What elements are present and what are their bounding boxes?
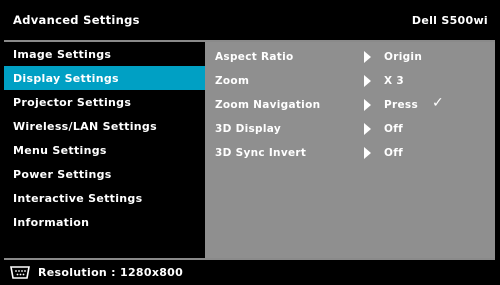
sidebar-item-label: Information [13, 215, 90, 229]
setting-row-zoom[interactable]: Zoom X 3 [205, 69, 495, 93]
sidebar-item-display-settings[interactable]: Display Settings [4, 66, 205, 90]
sidebar-item-label: Display Settings [13, 71, 119, 85]
setting-label: 3D Sync Invert [215, 147, 307, 159]
sidebar-item-label: Power Settings [13, 167, 112, 181]
setting-row-aspect-ratio[interactable]: Aspect Ratio Origin [205, 45, 495, 69]
setting-value: Press [384, 99, 418, 111]
arrow-right-icon [364, 123, 371, 135]
arrow-right-icon [364, 51, 371, 63]
sidebar-item-projector-settings[interactable]: Projector Settings [4, 90, 205, 114]
sidebar-item-image-settings[interactable]: Image Settings [4, 42, 205, 66]
setting-label: Zoom Navigation [215, 99, 321, 111]
page-title: Advanced Settings [13, 13, 140, 27]
setting-label: Zoom [215, 75, 250, 87]
setting-row-3d-display[interactable]: 3D Display Off [205, 117, 495, 141]
settings-panel: Aspect Ratio Origin Zoom X 3 Zoom Naviga… [205, 42, 495, 258]
sidebar-item-label: Projector Settings [13, 95, 132, 109]
title-bar: Advanced Settings Dell S500wi [0, 0, 500, 40]
sidebar-item-interactive-settings[interactable]: Interactive Settings [4, 186, 205, 210]
checkmark-icon: ✓ [432, 95, 445, 111]
setting-label: 3D Display [215, 123, 281, 135]
arrow-right-icon [364, 75, 371, 87]
sidebar-item-menu-settings[interactable]: Menu Settings [4, 138, 205, 162]
arrow-right-icon [364, 147, 371, 159]
setting-row-zoom-navigation[interactable]: Zoom Navigation Press ✓ [205, 93, 495, 117]
sidebar-item-label: Wireless/LAN Settings [13, 119, 157, 133]
setting-value: Off [384, 147, 403, 159]
model-name: Dell S500wi [411, 13, 488, 27]
video-input-icon [8, 266, 32, 279]
status-bar: Resolution : 1280x800 [0, 260, 500, 285]
setting-value: X 3 [384, 75, 404, 87]
sidebar: Image Settings Display Settings Projecto… [4, 42, 205, 258]
sidebar-item-label: Menu Settings [13, 143, 107, 157]
setting-label: Aspect Ratio [215, 51, 294, 63]
sidebar-item-information[interactable]: Information [4, 210, 205, 234]
sidebar-item-label: Image Settings [13, 47, 112, 61]
sidebar-item-power-settings[interactable]: Power Settings [4, 162, 205, 186]
arrow-right-icon [364, 99, 371, 111]
setting-value: Off [384, 123, 403, 135]
resolution-text: Resolution : 1280x800 [38, 266, 184, 279]
sidebar-item-wireless-lan-settings[interactable]: Wireless/LAN Settings [4, 114, 205, 138]
setting-value: Origin [384, 51, 423, 63]
setting-row-3d-sync-invert[interactable]: 3D Sync Invert Off [205, 141, 495, 165]
sidebar-item-label: Interactive Settings [13, 191, 143, 205]
